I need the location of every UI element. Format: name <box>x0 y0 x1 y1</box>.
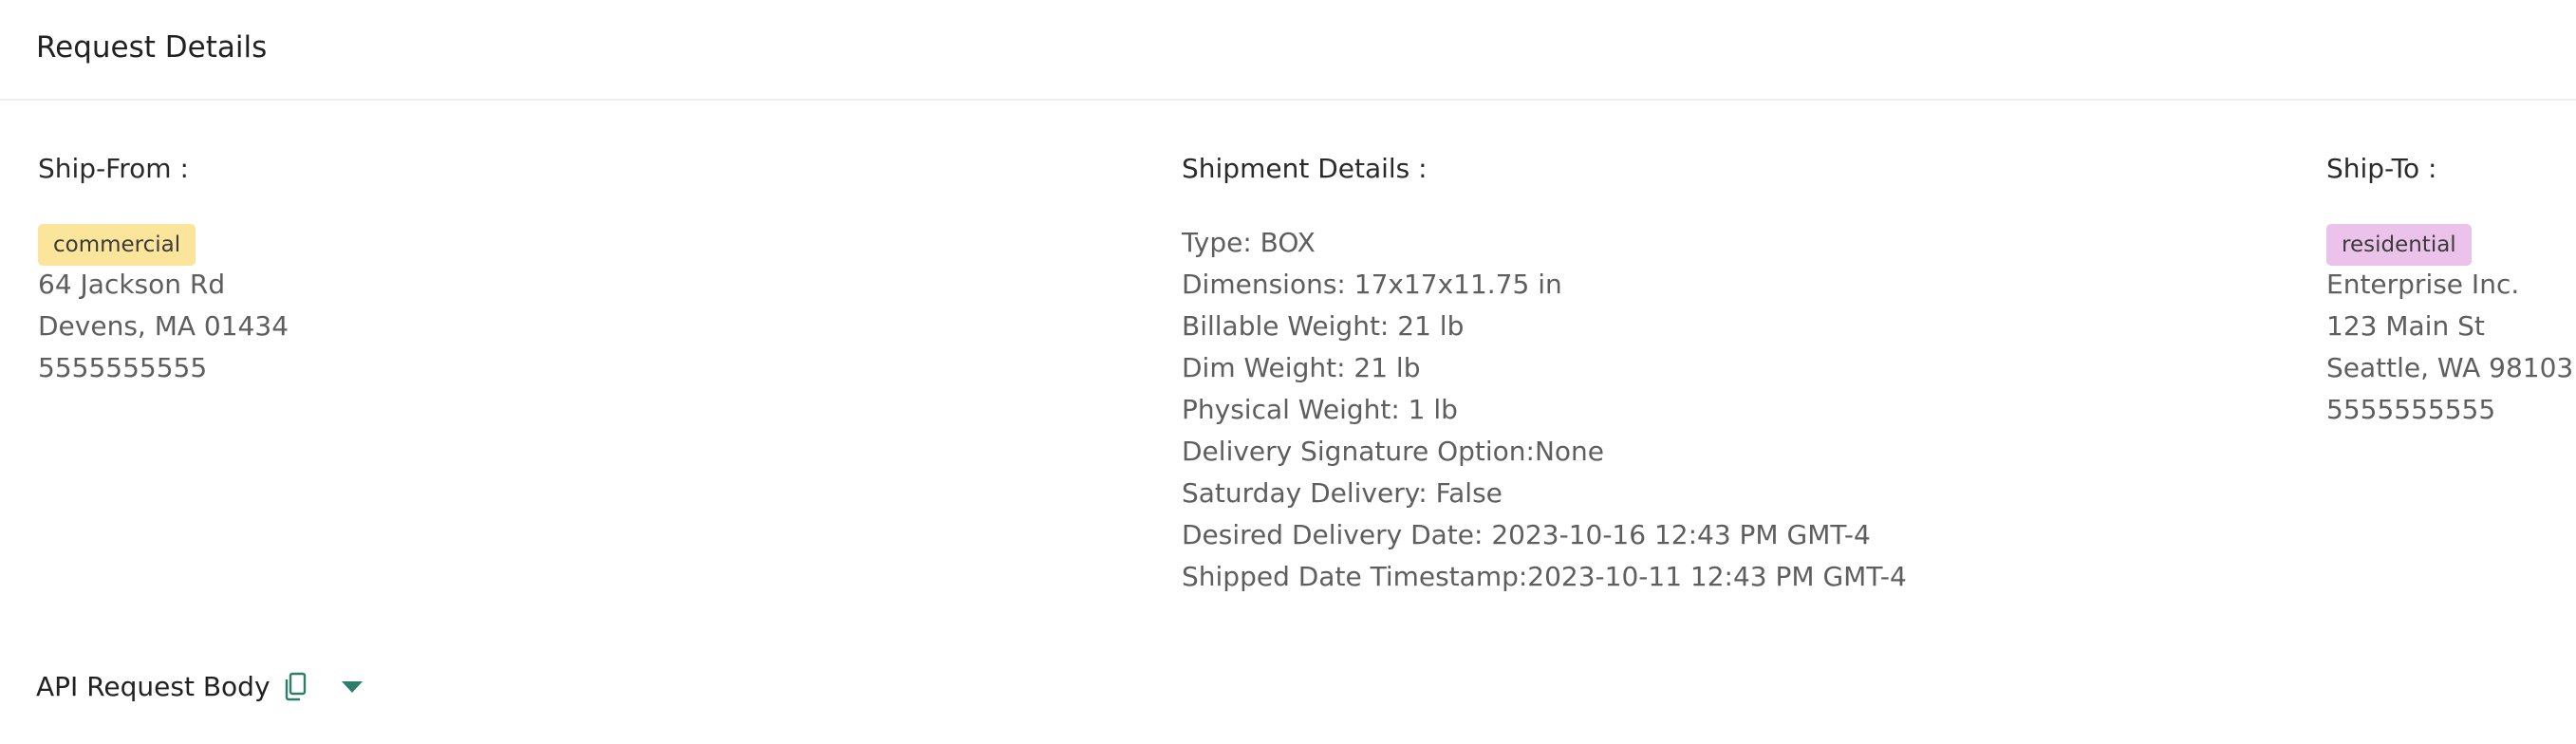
shipment-type: Type: BOX <box>1182 227 1316 258</box>
ship-to-city-state-zip: Seattle, WA 98103 <box>2326 352 2574 383</box>
ship-to-street: 123 Main St <box>2326 310 2485 342</box>
ship-from-type-row: commercial <box>38 222 289 266</box>
page-title: Request Details <box>36 30 268 65</box>
ship-to-company: Enterprise Inc. <box>2326 269 2520 300</box>
shipment-dimensions: Dimensions: 17x17x11.75 in <box>1182 269 1562 300</box>
shipment-physical-weight: Physical Weight: 1 lb <box>1182 394 1458 425</box>
api-request-body-row: API Request Body <box>36 666 364 708</box>
ship-from-title: Ship-From : <box>38 153 189 184</box>
chevron-down-icon[interactable] <box>341 679 364 695</box>
shipment-saturday-delivery: Saturday Delivery: False <box>1182 477 1503 509</box>
shipment-shipped-timestamp: Shipped Date Timestamp:2023-10-11 12:43 … <box>1182 561 1907 592</box>
shipment-details-list: Type: BOX Dimensions: 17x17x11.75 in Bil… <box>1182 222 1907 598</box>
request-details-page: Request Details Ship-From : commercial 6… <box>0 0 2576 744</box>
shipment-desired-delivery-date: Desired Delivery Date: 2023-10-16 12:43 … <box>1182 519 1871 550</box>
ship-to-type-row: residential <box>2326 222 2573 266</box>
ship-from-street: 64 Jackson Rd <box>38 269 226 300</box>
ship-from-phone: 5555555555 <box>38 352 208 383</box>
ship-to-title: Ship-To : <box>2326 153 2437 184</box>
shipment-details-title: Shipment Details : <box>1182 153 1428 184</box>
api-request-body-label: API Request Body <box>36 671 271 702</box>
copy-icon[interactable] <box>284 672 308 702</box>
shipment-signature-option: Delivery Signature Option:None <box>1182 436 1605 467</box>
ship-from-section: Ship-From : commercial 64 Jackson Rd Dev… <box>38 148 289 389</box>
ship-from-city-state-zip: Devens, MA 01434 <box>38 310 289 342</box>
ship-to-phone: 5555555555 <box>2326 394 2496 425</box>
ship-to-section: Ship-To : residential Enterprise Inc. 12… <box>2326 148 2573 431</box>
shipment-details-section: Shipment Details : Type: BOX Dimensions:… <box>1182 148 1907 598</box>
page-header: Request Details <box>0 0 2576 101</box>
shipment-dim-weight: Dim Weight: 21 lb <box>1182 352 1421 383</box>
address-type-badge: commercial <box>38 224 196 266</box>
shipment-billable-weight: Billable Weight: 21 lb <box>1182 310 1465 342</box>
address-type-badge: residential <box>2326 224 2472 266</box>
